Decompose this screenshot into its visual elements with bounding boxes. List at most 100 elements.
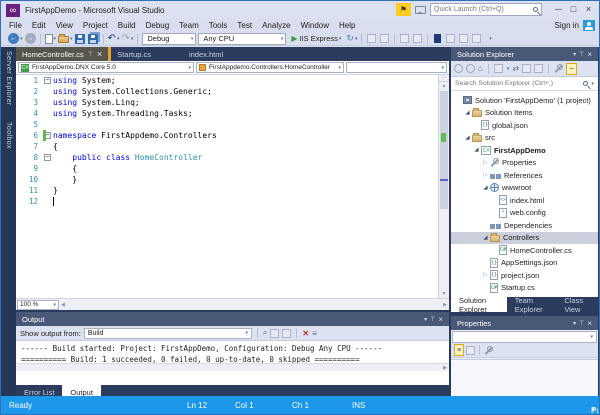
output-header[interactable]: Output ▾ ⊤ × bbox=[16, 312, 449, 326]
scroll-right-icon[interactable]: ▶ bbox=[443, 302, 447, 308]
previous-message-icon[interactable] bbox=[270, 329, 279, 338]
pin-icon[interactable]: ⊤ bbox=[579, 51, 584, 58]
notifications-flag-icon[interactable]: ⚑ bbox=[396, 3, 411, 16]
expander-open-icon[interactable]: ◢ bbox=[481, 185, 490, 191]
sync-with-active-document-icon[interactable]: ⇄ bbox=[512, 64, 519, 73]
solution-explorer-header[interactable]: Solution Explorer ▾ ⊤ × bbox=[451, 47, 598, 61]
clear-bookmarks-icon[interactable] bbox=[472, 34, 481, 43]
send-feedback-icon[interactable] bbox=[415, 6, 426, 14]
outdent-icon[interactable] bbox=[413, 34, 422, 43]
expander-closed-icon[interactable]: ▷ bbox=[481, 172, 490, 178]
quick-launch-input[interactable]: Quick Launch (Ctrl+Q) bbox=[430, 3, 542, 16]
menu-project[interactable]: Project bbox=[78, 21, 113, 30]
tree-item-appsettings.json[interactable]: {}AppSettings.json bbox=[451, 257, 598, 270]
home-icon[interactable]: ⌂ bbox=[478, 64, 483, 73]
tree-item-global.json[interactable]: {}global.json bbox=[451, 119, 598, 132]
next-message-icon[interactable] bbox=[282, 329, 291, 338]
properties-wrench-icon[interactable] bbox=[554, 64, 563, 73]
menu-edit[interactable]: Edit bbox=[27, 21, 51, 30]
scroll-down-icon[interactable]: ▼ bbox=[439, 291, 449, 297]
tree-item-web.config[interactable]: *web.config bbox=[451, 207, 598, 220]
back-icon[interactable] bbox=[454, 64, 463, 73]
open-file-icon[interactable] bbox=[58, 36, 69, 43]
output-source-dropdown[interactable]: Build▾ bbox=[84, 328, 252, 339]
output-horizontal-scrollbar[interactable]: ▶ bbox=[16, 363, 449, 371]
editor-tab-index.html[interactable]: index.html bbox=[183, 47, 229, 61]
tab-class-view[interactable]: Class View bbox=[556, 297, 598, 312]
solution-platform-dropdown[interactable]: Any CPU▾ bbox=[198, 33, 286, 45]
maximize-button[interactable]: □ bbox=[566, 3, 581, 16]
clear-all-icon[interactable]: ✕ bbox=[302, 329, 309, 338]
tree-item-references[interactable]: ▷References bbox=[451, 169, 598, 182]
tree-item-project.json[interactable]: ▷{}project.json bbox=[451, 269, 598, 282]
menu-tools[interactable]: Tools bbox=[204, 21, 233, 30]
code-text-area[interactable]: 1−using System;2using System.Collections… bbox=[16, 75, 438, 298]
undo-icon[interactable]: ↶ bbox=[108, 33, 116, 44]
window-menu-icon[interactable]: ▾ bbox=[573, 320, 576, 327]
output-text[interactable]: ------ Build started: Project: FirstAppD… bbox=[16, 341, 449, 363]
close-icon[interactable]: × bbox=[587, 319, 592, 328]
expander-open-icon[interactable]: ◢ bbox=[463, 110, 472, 116]
previous-bookmark-icon[interactable] bbox=[446, 34, 455, 43]
close-icon[interactable]: × bbox=[587, 50, 592, 59]
pin-icon[interactable]: ⊤ bbox=[579, 320, 584, 327]
solution-configuration-dropdown[interactable]: Debug▾ bbox=[142, 33, 196, 45]
menu-help[interactable]: Help bbox=[334, 21, 360, 30]
tree-item-src[interactable]: ◢src bbox=[451, 132, 598, 145]
comment-icon[interactable] bbox=[380, 34, 389, 43]
menu-window[interactable]: Window bbox=[296, 21, 334, 30]
type-member-dropdown[interactable]: FirstAppdemo.Controllers.HomeController … bbox=[196, 62, 344, 73]
zoom-level-dropdown[interactable]: 100 %▾ bbox=[17, 300, 59, 310]
tab-team-explorer[interactable]: Team Explorer bbox=[507, 297, 557, 312]
indent-icon[interactable] bbox=[400, 34, 409, 43]
collapse-box-icon[interactable]: − bbox=[44, 77, 51, 84]
browser-link-refresh-icon[interactable]: ↻ bbox=[346, 33, 354, 44]
menu-view[interactable]: View bbox=[51, 21, 78, 30]
properties-object-dropdown[interactable]: ▾ bbox=[452, 331, 597, 343]
navigate-back-icon[interactable]: ← bbox=[8, 33, 19, 44]
preview-selected-items-icon[interactable] bbox=[534, 64, 543, 73]
editor-vertical-scrollbar[interactable]: ⋯ ▲ ▼ bbox=[438, 75, 449, 298]
tab-solution-explorer[interactable]: Solution Explorer bbox=[451, 297, 507, 312]
expander-closed-icon[interactable]: ▷ bbox=[481, 272, 490, 278]
forward-icon[interactable] bbox=[466, 64, 475, 73]
minimize-button[interactable]: ─ bbox=[551, 3, 566, 16]
splitter-handle[interactable]: ⋯ bbox=[439, 75, 449, 82]
tree-item-solution-firstappdemo-1-project-[interactable]: Solution 'FirstAppDemo' (1 project) bbox=[451, 94, 598, 107]
expander-open-icon[interactable]: ◢ bbox=[463, 135, 472, 141]
editor-tab-homecontroller.cs[interactable]: HomeController.cs⊤× bbox=[16, 47, 108, 61]
find-message-icon[interactable]: ⌕ bbox=[263, 328, 267, 338]
pin-icon[interactable]: ⊤ bbox=[88, 51, 93, 58]
tree-item-properties[interactable]: ▷Properties bbox=[451, 157, 598, 170]
close-icon[interactable]: × bbox=[97, 50, 102, 58]
tree-item-wwwroot[interactable]: ◢wwwroot bbox=[451, 182, 598, 195]
tree-item-startup.cs[interactable]: C#Startup.cs bbox=[451, 282, 598, 295]
solution-explorer-search-input[interactable]: Search Solution Explorer (Ctrl+;) ▾ bbox=[451, 77, 598, 91]
side-tab-server-explorer[interactable]: Server Explorer bbox=[5, 51, 12, 106]
save-icon[interactable] bbox=[75, 34, 85, 44]
editor-horizontal-scrollbar[interactable]: ◀ ▶ bbox=[60, 300, 448, 310]
sign-in-avatar-icon[interactable] bbox=[583, 20, 595, 31]
refresh-icon[interactable] bbox=[522, 64, 531, 73]
scroll-right-icon[interactable]: ▶ bbox=[443, 365, 447, 371]
menu-debug[interactable]: Debug bbox=[141, 21, 175, 30]
tree-item-homecontroller.cs[interactable]: C#HomeController.cs bbox=[451, 244, 598, 257]
menu-build[interactable]: Build bbox=[113, 21, 141, 30]
alphabetical-sort-icon[interactable] bbox=[466, 346, 475, 355]
tree-item-index.html[interactable]: <>index.html bbox=[451, 194, 598, 207]
expander-open-icon[interactable]: ◢ bbox=[472, 147, 481, 153]
property-pages-icon[interactable] bbox=[484, 346, 493, 355]
collapse-box-icon[interactable]: − bbox=[44, 154, 51, 161]
window-menu-icon[interactable]: ▾ bbox=[424, 316, 427, 323]
navigate-forward-icon[interactable]: → bbox=[25, 33, 36, 44]
menu-test[interactable]: Test bbox=[232, 21, 257, 30]
categorized-icon[interactable]: ≡ bbox=[454, 344, 464, 356]
scrollbar-thumb[interactable] bbox=[440, 91, 448, 209]
close-button[interactable]: × bbox=[581, 3, 596, 16]
find-in-files-icon[interactable] bbox=[367, 34, 376, 43]
project-context-dropdown[interactable]: C# FirstAppDemo.DNX Core 5.0 ▾ bbox=[18, 62, 194, 73]
save-all-icon[interactable] bbox=[88, 34, 98, 44]
editor-tab-startup.cs[interactable]: Startup.cs bbox=[111, 47, 157, 61]
new-file-icon[interactable] bbox=[45, 34, 53, 44]
code-editor[interactable]: C# FirstAppDemo.DNX Core 5.0 ▾ FirstAppd… bbox=[16, 61, 449, 310]
